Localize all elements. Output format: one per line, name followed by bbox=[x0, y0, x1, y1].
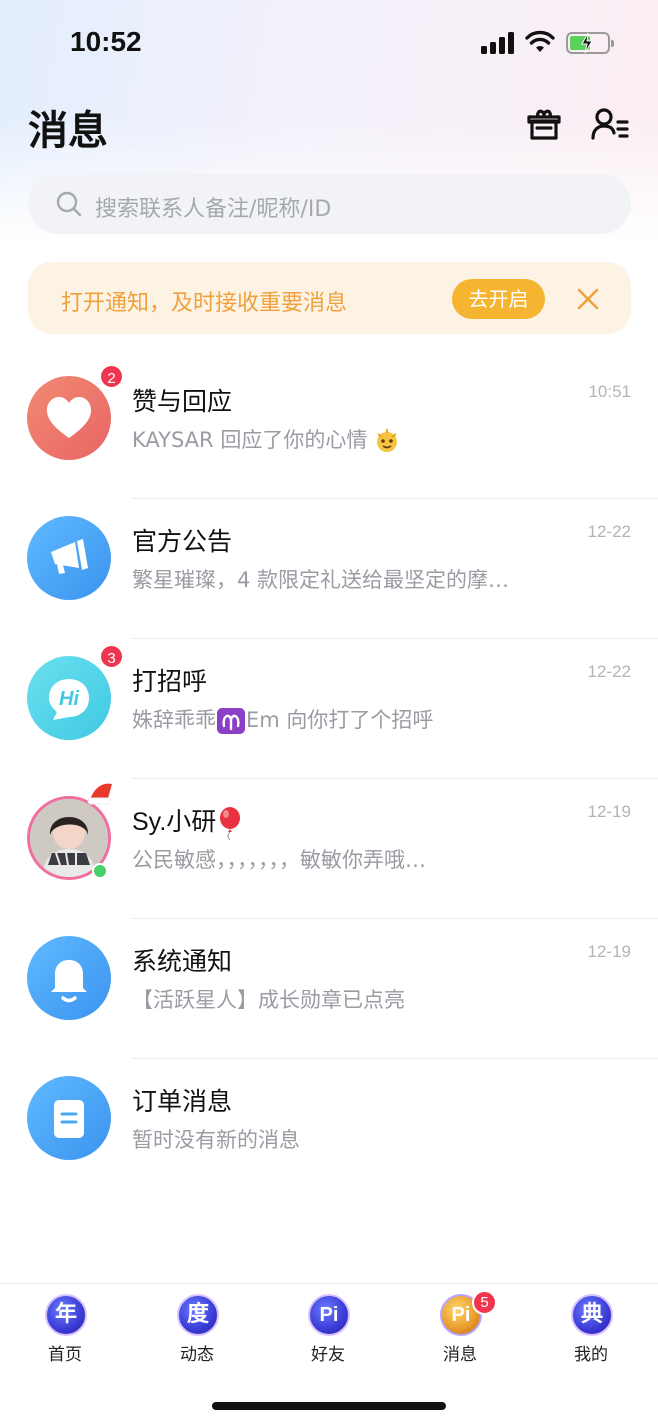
heart-icon bbox=[27, 376, 111, 460]
divider bbox=[132, 1058, 658, 1059]
search-placeholder: 搜索联系人备注/昵称/ID bbox=[95, 197, 332, 222]
unread-badge: 2 bbox=[99, 364, 124, 389]
list-item-subtitle: 姝辞乖乖 Em 向你打了个招呼 bbox=[132, 704, 433, 735]
contacts-icon[interactable] bbox=[590, 104, 630, 144]
list-item-official-announcement[interactable]: 官方公告 繁星璀璨，4 款限定礼送给最坚定的摩… 12-22 bbox=[0, 500, 658, 640]
tab-label: 消息 bbox=[443, 1345, 477, 1365]
list-item-subtitle: 繁星璀璨，4 款限定礼送给最坚定的摩… bbox=[132, 568, 510, 592]
tab-label: 好友 bbox=[311, 1345, 345, 1365]
tab-label: 首页 bbox=[48, 1345, 82, 1365]
enable-notifications-button[interactable]: 去开启 bbox=[452, 279, 545, 319]
list-item-subtitle: 【活跃星人】成长勋章已点亮 bbox=[132, 988, 405, 1012]
emoji-icon bbox=[377, 429, 398, 452]
list-item-subtitle: 公民敏感，，，，，，，敏敏你弄哦… bbox=[132, 848, 426, 872]
list-item-title: 赞与回应 bbox=[132, 387, 233, 416]
list-item-time: 12-22 bbox=[587, 522, 631, 541]
tab-home[interactable]: 年 首页 bbox=[25, 1294, 105, 1365]
notification-banner: 打开通知，及时接收重要消息 去开启 bbox=[28, 262, 631, 334]
notification-banner-text: 打开通知，及时接收重要消息 bbox=[61, 291, 348, 316]
page-title: 消息 bbox=[28, 108, 108, 154]
tab-moments[interactable]: 度 动态 bbox=[157, 1294, 237, 1365]
list-item-greetings[interactable]: Hi 3 打招呼 姝辞乖乖 Em 向你打了个招呼 12-22 bbox=[0, 640, 658, 780]
profile-tab-icon: 典 bbox=[571, 1294, 613, 1336]
wifi-icon bbox=[525, 30, 555, 52]
status-time: 10:52 bbox=[70, 26, 142, 57]
tab-messages[interactable]: Pi 5 消息 bbox=[420, 1290, 500, 1365]
list-item-user-chat[interactable]: Sy.小研 公民敏感，，，，，，，敏敏你弄哦… 12-19 bbox=[0, 780, 658, 920]
clipboard-icon bbox=[27, 1076, 111, 1160]
divider bbox=[132, 638, 658, 639]
balloon-icon bbox=[220, 807, 241, 840]
gift-box-icon[interactable] bbox=[524, 104, 564, 144]
search-icon bbox=[56, 191, 82, 217]
tab-unread-badge: 5 bbox=[472, 1290, 497, 1315]
friends-tab-icon: Pi bbox=[308, 1294, 350, 1336]
list-item-system-notification[interactable]: 系统通知 【活跃星人】成长勋章已点亮 12-19 bbox=[0, 920, 658, 1060]
home-indicator bbox=[212, 1402, 446, 1410]
battery-icon bbox=[566, 32, 614, 54]
santa-hat-icon bbox=[87, 783, 112, 805]
list-item-likes-responses[interactable]: 2 赞与回应 KAYSAR 回应了你的心情 10:51 bbox=[0, 360, 658, 500]
list-item-order-messages[interactable]: 订单消息 暂时没有新的消息 bbox=[0, 1060, 658, 1200]
divider bbox=[132, 498, 658, 499]
bell-icon bbox=[27, 936, 111, 1020]
hi-bubble-icon: Hi bbox=[27, 656, 111, 740]
tab-label: 我的 bbox=[574, 1345, 608, 1365]
list-item-title: Sy.小研 bbox=[132, 802, 244, 840]
search-input[interactable]: 搜索联系人备注/昵称/ID bbox=[28, 174, 631, 234]
home-tab-icon: 年 bbox=[45, 1294, 87, 1336]
list-item-subtitle: KAYSAR 回应了你的心情 bbox=[132, 424, 400, 454]
list-item-time: 12-19 bbox=[587, 942, 631, 961]
megaphone-icon bbox=[27, 516, 111, 600]
status-bar: 10:52 bbox=[0, 0, 658, 88]
list-item-title: 系统通知 bbox=[132, 947, 233, 976]
list-item-subtitle: 暂时没有新的消息 bbox=[132, 1128, 300, 1152]
moments-tab-icon: 度 bbox=[177, 1294, 219, 1336]
divider bbox=[132, 778, 658, 779]
svg-text:Hi: Hi bbox=[59, 688, 79, 710]
list-item-time: 10:51 bbox=[588, 382, 631, 401]
online-status-dot bbox=[92, 863, 108, 879]
list-item-title: 官方公告 bbox=[132, 527, 233, 556]
aries-icon bbox=[217, 708, 245, 734]
list-item-title: 订单消息 bbox=[132, 1087, 233, 1116]
divider bbox=[132, 918, 658, 919]
signal-icon bbox=[481, 32, 515, 54]
close-icon[interactable] bbox=[576, 287, 600, 311]
list-item-title: 打招呼 bbox=[132, 667, 208, 696]
tab-friends[interactable]: Pi 好友 bbox=[288, 1294, 368, 1365]
unread-badge: 3 bbox=[99, 644, 124, 669]
tab-label: 动态 bbox=[180, 1345, 214, 1365]
list-item-time: 12-19 bbox=[587, 802, 631, 821]
list-item-time: 12-22 bbox=[587, 662, 631, 681]
tab-profile[interactable]: 典 我的 bbox=[551, 1294, 631, 1365]
